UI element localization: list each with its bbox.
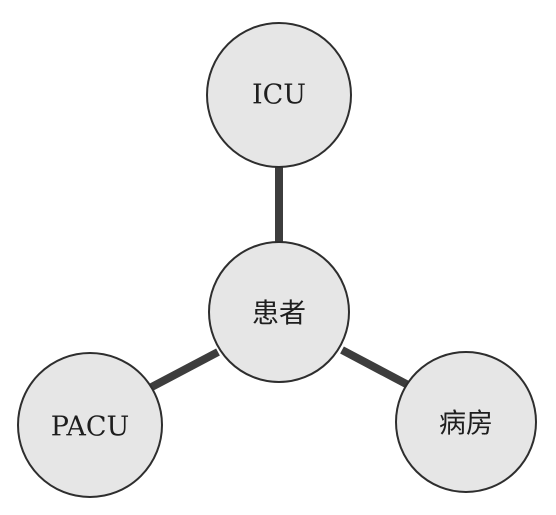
- node-pacu: PACU: [17, 352, 163, 498]
- node-icu: ICU: [206, 22, 352, 168]
- hub-diagram: ICU 患者 PACU 病房: [0, 0, 556, 515]
- node-pacu-label: PACU: [51, 412, 130, 443]
- connector-center-left: [144, 348, 220, 394]
- node-patient-label: 患者: [252, 299, 306, 330]
- connector-center-right: [340, 346, 412, 390]
- node-patient: 患者: [208, 241, 350, 383]
- node-icu-label: ICU: [252, 80, 306, 111]
- diagram-canvas: ICU 患者 PACU 病房: [17, 22, 537, 498]
- node-ward-label: 病房: [439, 409, 493, 440]
- node-ward: 病房: [395, 351, 537, 493]
